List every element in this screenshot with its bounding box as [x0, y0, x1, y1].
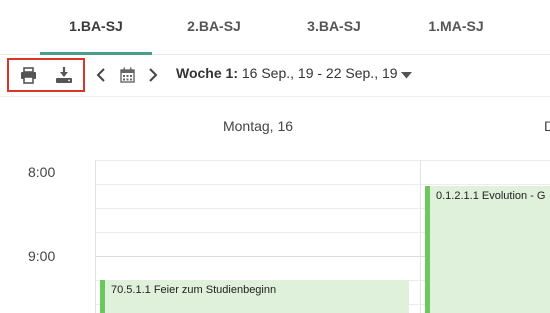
calendar-icon[interactable]	[120, 67, 135, 83]
week-range: 16 Sep., 19 - 22 Sep., 19	[237, 65, 398, 81]
tab-label: 1.BA-SJ	[69, 18, 123, 34]
calendar-event[interactable]: 70.5.1.1 Feier zum Studienbeginn	[100, 280, 409, 313]
tab-bar: 1.BA-SJ 2.BA-SJ 3.BA-SJ 1.MA-SJ	[0, 0, 550, 55]
day-column-divider	[420, 160, 421, 313]
chevron-left-icon[interactable]	[96, 67, 106, 83]
highlight-box	[7, 58, 85, 92]
caret-down-icon[interactable]	[401, 72, 412, 79]
day-header-tuesday: D	[544, 118, 550, 134]
time-label-8: 8:00	[28, 164, 56, 180]
event-title: 0.1.2.1.1 Evolution - G	[436, 190, 546, 202]
print-icon[interactable]	[20, 67, 37, 84]
grid-line	[95, 160, 550, 161]
tab-label: 3.BA-SJ	[307, 18, 361, 34]
time-label-9: 9:00	[28, 248, 56, 264]
day-column-divider	[95, 160, 96, 313]
calendar-event[interactable]: 0.1.2.1.1 Evolution - G	[425, 186, 550, 313]
active-tab-indicator	[40, 52, 152, 55]
toolbar-divider	[0, 96, 550, 97]
week-number: Woche 1:	[176, 65, 238, 81]
tab-2-ba-sj[interactable]: 2.BA-SJ	[160, 0, 268, 54]
chevron-right-icon[interactable]	[148, 67, 158, 83]
tab-3-ba-sj[interactable]: 3.BA-SJ	[280, 0, 388, 54]
week-selector[interactable]: Woche 1: 16 Sep., 19 - 22 Sep., 19	[176, 65, 398, 81]
tab-label: 1.MA-SJ	[428, 18, 484, 34]
event-title: 70.5.1.1 Feier zum Studienbeginn	[111, 284, 277, 296]
tab-1-ma-sj[interactable]: 1.MA-SJ	[400, 0, 512, 54]
day-header-monday: Montag, 16	[222, 118, 294, 134]
grid-line	[95, 184, 550, 185]
tab-label: 2.BA-SJ	[187, 18, 241, 34]
download-icon[interactable]	[55, 66, 73, 84]
tab-1-ba-sj[interactable]: 1.BA-SJ	[40, 0, 152, 55]
